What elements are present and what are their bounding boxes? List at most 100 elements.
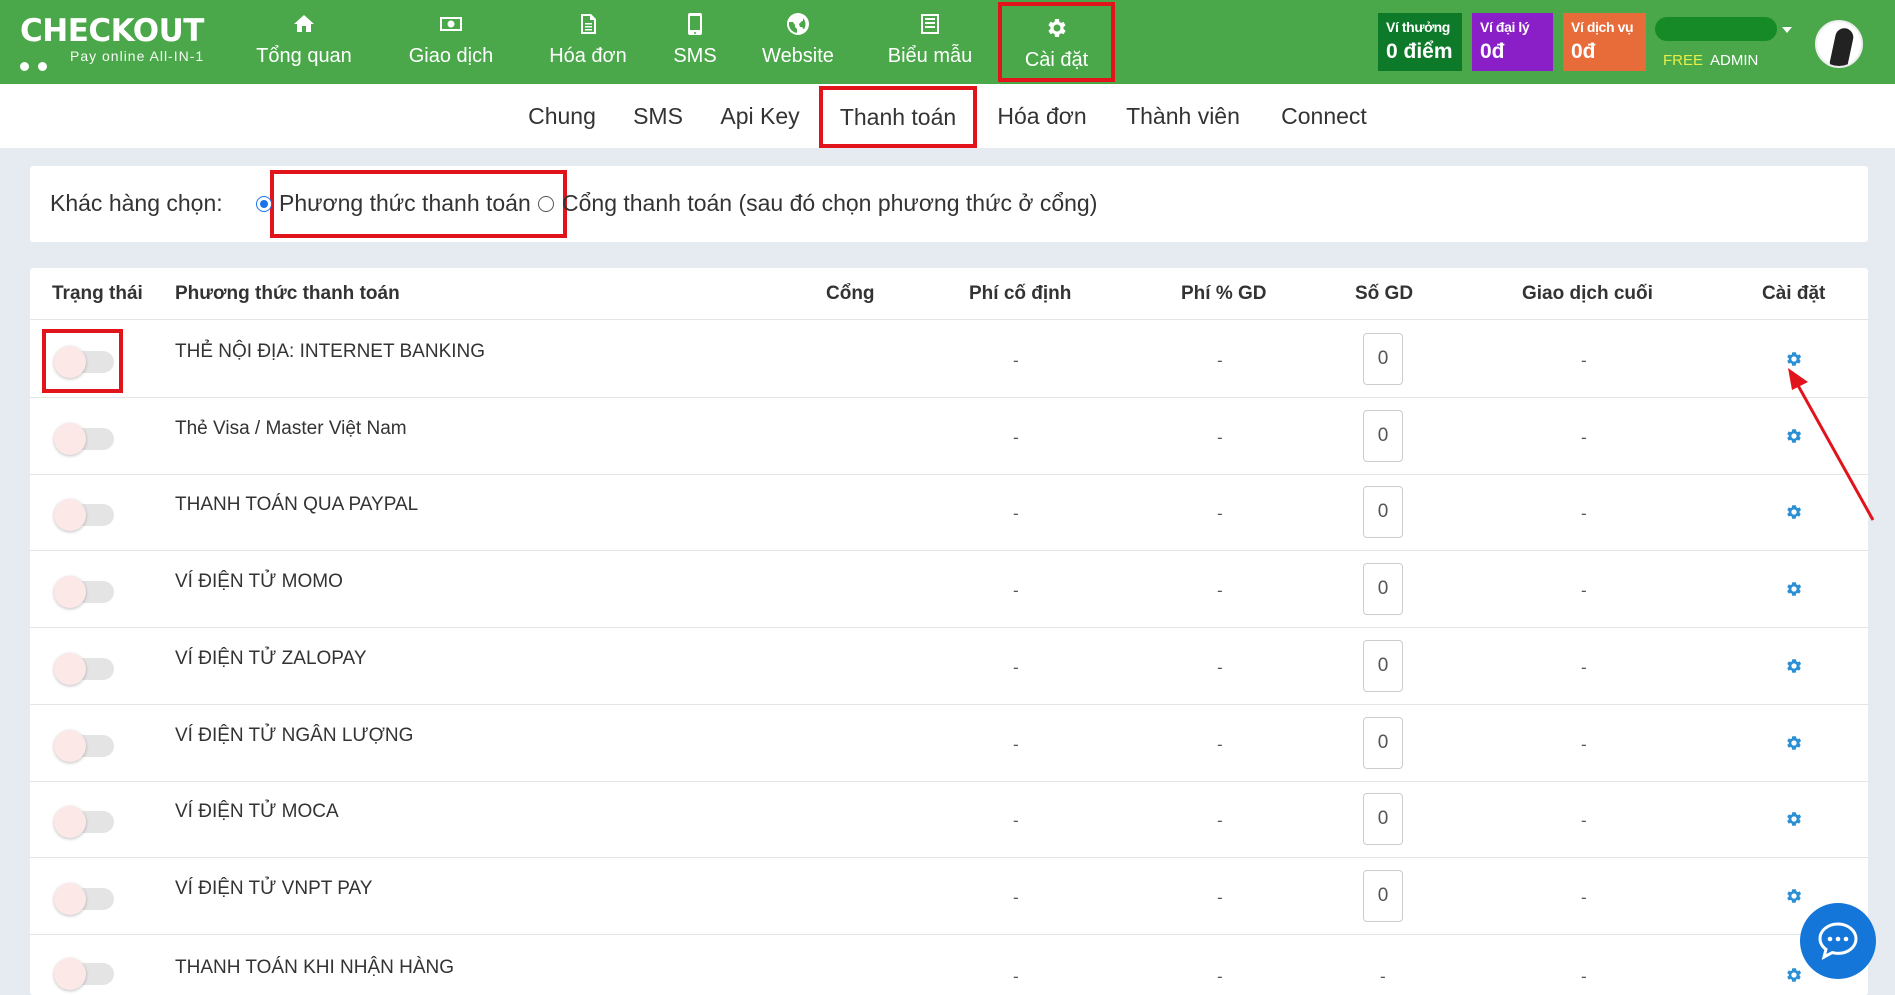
tab-thanh-toan[interactable]: Thanh toán [819,86,977,148]
radio-payment-gateway[interactable] [538,196,554,212]
fixed-fee: - [1013,966,1019,986]
method-name: VÍ ĐIỆN TỬ NGÂN LƯỢNG [175,724,414,746]
nav-hoa-don[interactable]: Hóa đơn [535,0,641,84]
tab-connect[interactable]: Connect [1276,84,1372,148]
wallet-label: Ví đại lý [1480,19,1530,35]
transaction-count: 0 [1363,716,1403,769]
percent-fee: - [1217,351,1223,370]
settings-gear-icon[interactable] [1785,580,1803,598]
col-fixed-fee: Phí cố định [969,283,1072,304]
user-plan: FREE [1663,52,1704,69]
wallet-service[interactable]: Ví dịch vụ 0đ [1563,13,1646,71]
fixed-fee: - [1013,887,1019,907]
money-icon [395,12,507,36]
nav-label: Hóa đơn [549,45,627,67]
chat-icon [1818,922,1858,960]
tab-chung[interactable]: Chung [522,84,602,148]
nav-giao-dich[interactable]: Giao dịch [395,0,507,84]
table-row: VÍ ĐIỆN TỬ ZALOPAY - - 0 - [30,628,1868,705]
settings-subnav: Chung SMS Api Key Thanh toán Hóa đơn Thà… [0,84,1895,148]
invoice-icon [535,12,641,36]
wallet-value: 0đ [1480,40,1505,63]
method-name: THẺ NỘI ĐỊA: INTERNET BANKING [175,341,486,362]
method-name: VÍ ĐIỆN TỬ MOMO [175,571,343,593]
nav-bieu-mau[interactable]: Biểu mẫu [870,0,990,84]
method-name: VÍ ĐIỆN TỬ VNPT PAY [175,877,373,899]
transaction-count: - [1380,966,1386,986]
fixed-fee: - [1013,504,1019,524]
col-percent-fee: Phí % GD [1181,283,1267,304]
choice-label: Khác hàng chọn: [50,190,223,216]
radio-payment-method-label[interactable]: Phương thức thanh toán [279,190,531,217]
settings-gear-icon[interactable] [1785,887,1803,905]
settings-gear-icon[interactable] [1785,734,1803,752]
col-settings: Cài đặt [1762,283,1826,304]
nav-label: Tổng quan [256,45,352,67]
percent-fee: - [1217,581,1223,601]
nav-label: SMS [673,45,717,67]
transaction-count: 0 [1363,409,1403,462]
table-row: Thẻ Visa / Master Việt Nam - - 0 - [30,398,1868,475]
status-toggle[interactable] [54,422,114,455]
table-row: THẺ NỘI ĐỊA: INTERNET BANKING - - 0 - [30,321,1868,398]
status-toggle[interactable] [54,882,114,915]
radio-payment-gateway-label[interactable]: Cổng thanh toán (sau đó chọn phương thức… [562,190,1097,217]
status-toggle[interactable] [54,957,114,990]
nav-label: Giao dịch [408,45,494,67]
transaction-count: 0 [1363,869,1403,922]
nav-cai-dat[interactable]: Cài đặt [998,2,1115,82]
settings-gear-icon[interactable] [1785,966,1803,984]
radio-payment-method[interactable] [256,196,272,212]
col-method: Phương thức thanh toán [175,283,400,304]
wallet-agent[interactable]: Ví đại lý 0đ [1472,13,1553,71]
table-row: THANH TOÁN QUA PAYPAL - - 0 - [30,474,1868,552]
top-navbar: CHECKOUT Pay online All-IN-1 Tổng quan G… [0,0,1895,84]
table-row: THANH TOÁN KHI NHẬN HÀNG - - - - [30,935,1868,995]
user-name-pill[interactable] [1655,17,1777,41]
user-role: ADMIN [1710,52,1759,69]
tab-thanh-vien[interactable]: Thành viên [1122,84,1244,148]
wallet-value: 0đ [1571,40,1596,63]
chevron-down-icon[interactable] [1782,27,1792,33]
col-status: Trạng thái [52,283,143,304]
wallet-value: 0 điểm [1386,40,1453,63]
chat-button[interactable] [1800,903,1876,979]
wallet-reward[interactable]: Ví thưởng 0 điểm [1378,13,1462,71]
status-toggle[interactable] [54,652,114,685]
settings-gear-icon[interactable] [1785,657,1803,675]
last-transaction: - [1581,966,1587,986]
last-transaction: - [1581,581,1587,601]
tab-api-key[interactable]: Api Key [716,84,804,148]
percent-fee: - [1217,811,1223,831]
brand-logo[interactable]: CHECKOUT Pay online All-IN-1 [20,14,220,71]
last-transaction: - [1581,427,1587,447]
transaction-count: 0 [1363,639,1403,692]
status-toggle[interactable] [54,729,114,762]
nav-tong-quan[interactable]: Tổng quan [248,0,360,84]
transaction-count: 0 [1363,793,1403,846]
last-transaction: - [1581,504,1587,524]
table-row: VÍ ĐIỆN TỬ MOMO - - 0 - [30,551,1868,629]
method-name: THANH TOÁN KHI NHẬN HÀNG [175,956,455,978]
status-toggle[interactable] [54,499,114,532]
method-name: VÍ ĐIỆN TỬ MOCA [175,801,339,823]
wallet-label: Ví thưởng [1386,19,1450,35]
status-toggle[interactable] [54,576,114,609]
phone-icon [660,12,730,36]
col-last-transaction: Giao dịch cuối [1522,283,1653,304]
status-toggle[interactable] [54,806,114,839]
customer-choice-panel: Khác hàng chọn: Phương thức thanh toán C… [30,166,1868,242]
avatar[interactable] [1815,20,1863,68]
percent-fee: - [1217,966,1223,986]
transaction-count: 0 [1363,486,1403,539]
nav-website[interactable]: Website [748,0,848,84]
tab-sms[interactable]: SMS [630,84,686,148]
percent-fee: - [1217,887,1223,907]
tab-hoa-don[interactable]: Hóa đơn [994,84,1090,148]
table-row: VÍ ĐIỆN TỬ VNPT PAY - - 0 - [30,858,1868,935]
fixed-fee: - [1013,351,1019,370]
nav-sms[interactable]: SMS [660,0,730,84]
last-transaction: - [1581,657,1587,677]
nav-label: Cài đặt [1024,49,1089,71]
settings-gear-icon[interactable] [1785,810,1803,828]
